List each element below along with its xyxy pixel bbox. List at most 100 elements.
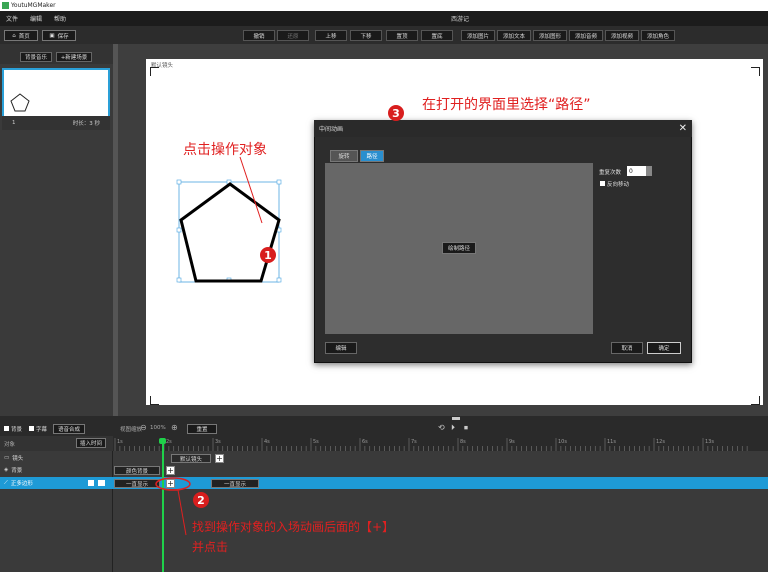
- title-bar: YoutuMGMaker: [0, 0, 768, 11]
- visibility-toggle-icon[interactable]: [88, 480, 94, 486]
- close-icon[interactable]: ✕: [679, 123, 687, 134]
- add-audio-button[interactable]: 添加音频: [569, 30, 603, 41]
- timeline-ruler[interactable]: 1s 2s 3s 4s 5s 6s 7s 8s 9s 10s 11s 12s 13s: [113, 436, 768, 451]
- bg-checkbox-label: 背景: [11, 427, 23, 433]
- bring-to-front-button[interactable]: 置顶: [386, 30, 418, 41]
- lock-toggle-icon[interactable]: [98, 480, 105, 486]
- entrance-animation-clip[interactable]: 一直显示: [114, 479, 160, 488]
- add-shape-button[interactable]: 添加图形: [533, 30, 567, 41]
- window-title: YoutuMGMaker: [11, 2, 56, 9]
- ruler-tick-label: 6s: [362, 439, 368, 445]
- object-column-label: 对象: [4, 442, 16, 448]
- timeline-row-camera[interactable]: ▭ 镜头: [0, 452, 768, 464]
- save-button[interactable]: ▣ 保存: [42, 30, 76, 41]
- menu-bar: 文件 编辑 帮助: [0, 11, 768, 26]
- ruler-tick-label: 5s: [313, 439, 319, 445]
- ruler-tick-label: 12s: [656, 439, 665, 445]
- voice-synthesis-button[interactable]: 语音合成: [53, 424, 85, 434]
- insert-time-button[interactable]: 插入时间: [76, 438, 106, 448]
- shape-object-icon: ⟋: [4, 479, 8, 486]
- pentagon-object[interactable]: [175, 178, 285, 286]
- subtitle-checkbox-label: 字幕: [36, 427, 48, 433]
- background-clip[interactable]: 颜色背景: [114, 466, 160, 475]
- polygon-row-label: 正多边形: [10, 481, 33, 487]
- annotation-text-2b: 并点击: [192, 540, 229, 554]
- add-image-button[interactable]: 添加图片: [461, 30, 495, 41]
- new-scene-button[interactable]: +新建场景: [56, 52, 92, 62]
- edit-button[interactable]: 编辑: [325, 342, 357, 354]
- play-icon[interactable]: ⏵: [451, 423, 455, 433]
- cancel-button[interactable]: 取消: [611, 342, 643, 354]
- background-music-button[interactable]: 背景音乐: [20, 52, 52, 62]
- scene-index: 1: [12, 120, 16, 126]
- app-logo-icon: [2, 2, 9, 9]
- reverse-checkbox-label: 反向移动: [607, 182, 630, 188]
- stop-icon[interactable]: ⏹: [464, 423, 468, 433]
- ruler-tick-label: 8s: [460, 439, 466, 445]
- playhead[interactable]: [162, 438, 164, 572]
- step-badge-3: 3: [388, 105, 404, 121]
- camera-corner-bl: [150, 396, 159, 405]
- add-character-button[interactable]: 添加角色: [641, 30, 675, 41]
- draw-path-button[interactable]: 绘制路径: [442, 242, 476, 254]
- repeat-count-input[interactable]: 0: [627, 166, 646, 176]
- annotation-text-1: 点击操作对象: [183, 142, 267, 158]
- camera-icon: ▭: [4, 455, 10, 461]
- background-icon: ◈: [4, 467, 9, 473]
- camera-corner-tl: [150, 67, 159, 76]
- save-icon: ▣: [49, 32, 55, 39]
- scene-info: 1 时长：3 秒: [2, 116, 110, 130]
- subtitle-checkbox[interactable]: [29, 426, 34, 431]
- timeline-toolbar: 背景 字幕 语音合成 视图缩放 ⊖ 100% ⊕ 重置 ⟲ ⏵ ⏹: [0, 422, 768, 436]
- move-up-button[interactable]: 上移: [315, 30, 347, 41]
- playhead-handle[interactable]: [159, 438, 166, 444]
- add-text-button[interactable]: 添加文本: [497, 30, 531, 41]
- scene-duration: 时长：3 秒: [72, 121, 100, 127]
- tab-path[interactable]: 路径: [360, 150, 384, 162]
- bg-checkbox[interactable]: [4, 426, 9, 431]
- step-badge-1: 1: [260, 247, 276, 263]
- camera-add-button[interactable]: +: [215, 454, 224, 463]
- dialog-title-bar: 中间动画 ✕: [314, 120, 692, 137]
- zoom-value: 100%: [150, 425, 166, 431]
- home-button[interactable]: ⌂ 首页: [4, 30, 38, 41]
- menu-edit[interactable]: 编辑: [24, 14, 48, 23]
- reverse-checkbox[interactable]: [600, 181, 605, 186]
- handle-tr[interactable]: [276, 179, 282, 185]
- handle-tl[interactable]: [176, 179, 182, 185]
- dialog-title: 中间动画: [319, 126, 344, 133]
- menu-help[interactable]: 帮助: [48, 14, 72, 23]
- tab-rotate[interactable]: 旋转: [330, 150, 358, 162]
- zoom-in-icon[interactable]: ⊕: [171, 423, 178, 432]
- move-down-button[interactable]: 下移: [350, 30, 382, 41]
- add-video-button[interactable]: 添加视频: [605, 30, 639, 41]
- zoom-label: 视图缩放: [120, 427, 143, 433]
- handle-br[interactable]: [276, 277, 282, 283]
- ruler-tick-label: 1s: [117, 439, 123, 445]
- camera-row-label: 镜头: [12, 456, 24, 462]
- ok-button[interactable]: 确定: [647, 342, 681, 354]
- redo-button[interactable]: 还原: [277, 30, 309, 41]
- pentagon-thumbnail-icon: [10, 93, 30, 112]
- pentagon-shape: [179, 182, 281, 283]
- camera-clip[interactable]: 默认镜头: [171, 454, 211, 463]
- ruler-tick-label: 7s: [411, 439, 417, 445]
- repeat-count-stepper[interactable]: [646, 166, 652, 176]
- ruler-tick-label: 4s: [264, 439, 270, 445]
- splitter-grip-icon: [452, 417, 460, 420]
- zoom-out-icon[interactable]: ⊖: [140, 423, 147, 432]
- add-middle-animation-button[interactable]: +: [166, 479, 175, 488]
- exit-animation-clip[interactable]: 一直显示: [211, 479, 259, 488]
- handle-bl[interactable]: [176, 277, 182, 283]
- ruler-tick-label: 3s: [215, 439, 221, 445]
- menu-file[interactable]: 文件: [0, 14, 24, 23]
- document-title: 西游记: [450, 16, 469, 23]
- loop-icon[interactable]: ⟲: [438, 423, 445, 432]
- handle-l[interactable]: [176, 227, 182, 233]
- background-add-button[interactable]: +: [166, 466, 175, 475]
- undo-button[interactable]: 撤销: [243, 30, 275, 41]
- zoom-reset-button[interactable]: 重置: [187, 424, 217, 434]
- annotation-text-2a: 找到操作对象的入场动画后面的【+】: [192, 520, 395, 534]
- ruler-tick-label: 11s: [607, 439, 616, 445]
- send-to-back-button[interactable]: 置底: [421, 30, 453, 41]
